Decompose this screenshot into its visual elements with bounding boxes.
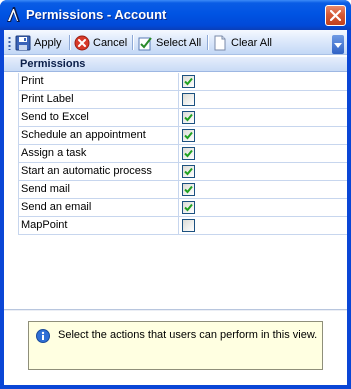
cancel-button[interactable]: Cancel [74,33,127,52]
info-panel: Select the actions that users can perfor… [28,321,323,370]
permission-row[interactable]: MapPoint [4,217,347,235]
chevron-down-icon [334,43,342,48]
app-logo-icon [7,7,20,22]
permission-checkbox[interactable] [182,165,195,178]
apply-button[interactable]: Apply [15,33,62,52]
permission-label: Start an automatic process [18,163,179,181]
toolbar-separator [132,35,133,50]
grid-bottom-border [4,309,347,311]
permission-check-cell [179,217,347,235]
permission-label: Send mail [18,181,179,199]
permission-label: Print Label [18,91,179,109]
permission-label: Schedule an appointment [18,127,179,145]
toolbar: Apply Cancel Select All Clear All [4,30,347,55]
select-all-icon [138,36,152,50]
checkmark-icon [184,167,193,176]
permission-check-cell [179,109,347,127]
checkmark-icon [184,131,193,140]
checkmark-icon [184,113,193,122]
permission-label: Send an email [18,199,179,217]
toolbar-separator [69,35,70,50]
permission-check-cell [179,127,347,145]
checkmark-icon [184,203,193,212]
permission-check-cell [179,199,347,217]
permission-label: MapPoint [18,217,179,235]
permission-check-cell [179,163,347,181]
permissions-window: Permissions - Account Apply Cancel Selec… [0,0,351,389]
cancel-label: Cancel [93,36,128,49]
toolbar-overflow-button[interactable] [332,35,344,54]
permission-label: Send to Excel [18,109,179,127]
permission-checkbox[interactable] [182,147,195,160]
close-button[interactable] [325,5,346,26]
toolbar-grip[interactable] [8,36,11,50]
info-text: Select the actions that users can perfor… [58,329,318,341]
permission-row[interactable]: Send to Excel [4,109,347,127]
checkmark-icon [184,77,193,86]
permission-checkbox[interactable] [182,183,195,196]
permission-check-cell [179,73,347,91]
checkmark-icon [184,185,193,194]
select-all-button[interactable]: Select All [137,33,201,52]
permission-check-cell [179,181,347,199]
permission-checkbox[interactable] [182,219,195,232]
permission-checkbox[interactable] [182,93,195,106]
permission-checkbox[interactable] [182,201,195,214]
permission-row[interactable]: Schedule an appointment [4,127,347,145]
select-all-label: Select All [156,36,202,49]
permission-check-cell [179,145,347,163]
apply-label: Apply [34,36,62,49]
permission-checkbox[interactable] [182,111,195,124]
permission-row[interactable]: Send mail [4,181,347,199]
permission-row[interactable]: Start an automatic process [4,163,347,181]
permission-checkbox[interactable] [182,129,195,142]
title-bar[interactable]: Permissions - Account [0,0,351,30]
cancel-icon [74,35,90,50]
info-icon [36,329,50,343]
permission-checkbox[interactable] [182,75,195,88]
permission-row[interactable]: Assign a task [4,145,347,163]
toolbar-separator [207,35,208,50]
permission-label: Print [18,73,179,91]
clear-all-label: Clear All [231,36,272,49]
permission-check-cell [179,91,347,109]
permission-label: Assign a task [18,145,179,163]
close-icon [330,10,341,21]
checkmark-icon [184,149,193,158]
clear-all-icon [214,35,226,50]
save-icon [15,35,31,50]
permissions-column-header[interactable]: Permissions [4,57,347,72]
dialog-client-area: Apply Cancel Select All Clear All Permis… [4,30,347,385]
permission-row[interactable]: Send an email [4,199,347,217]
permission-row[interactable]: Print Label [4,91,347,109]
permission-row[interactable]: Print [4,73,347,91]
clear-all-button[interactable]: Clear All [212,33,272,52]
window-title: Permissions - Account [26,7,167,22]
